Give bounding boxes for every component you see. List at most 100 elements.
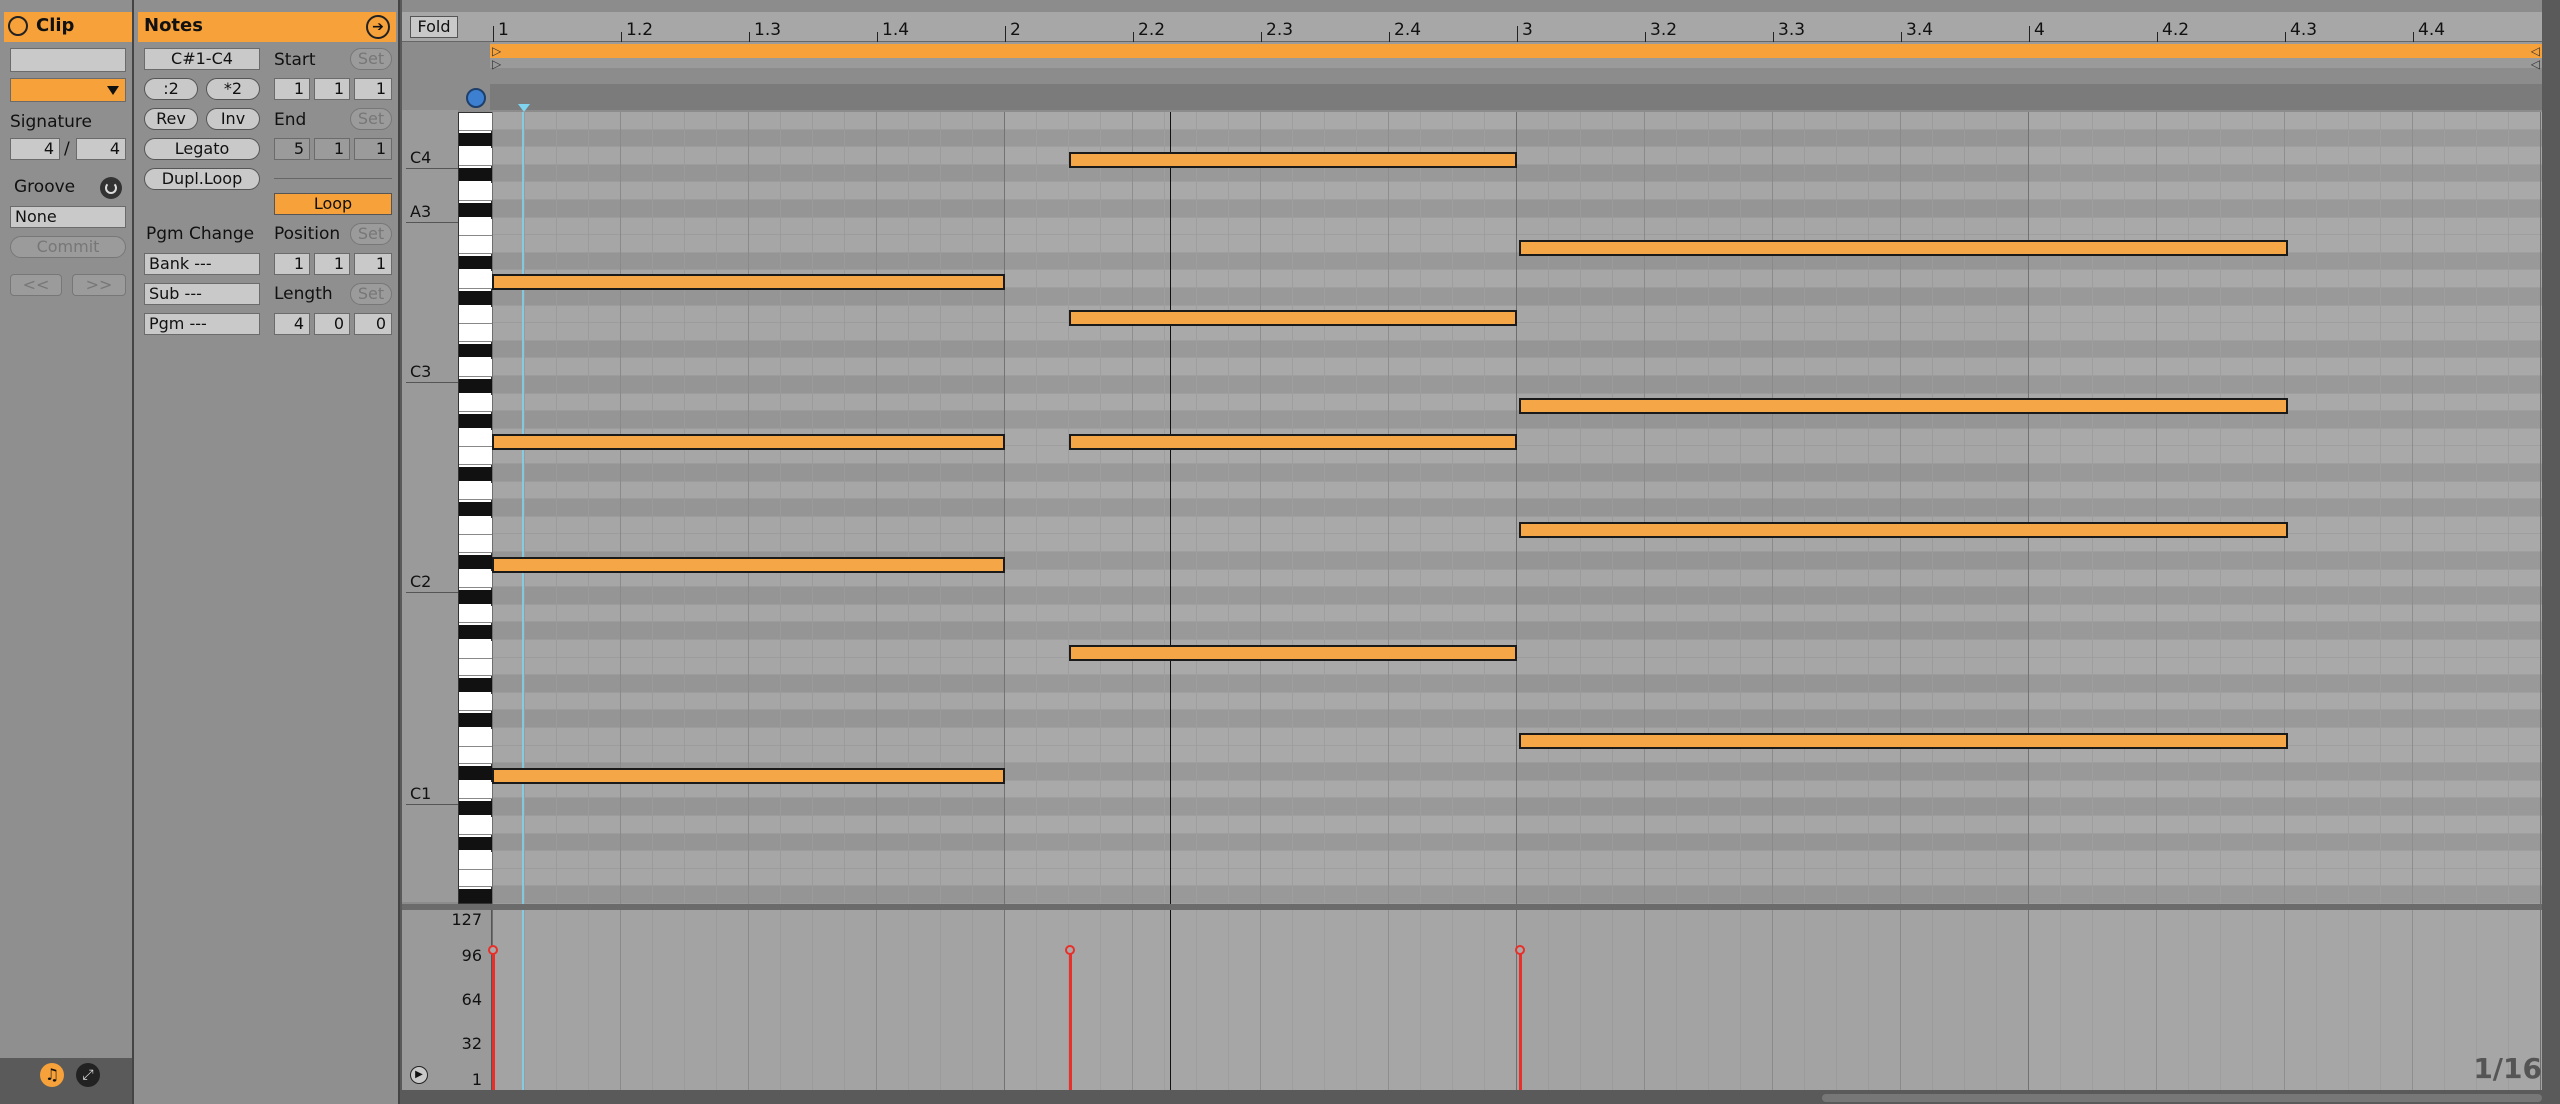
groove-field[interactable]: None [10, 206, 126, 228]
commit-button[interactable]: Commit [10, 236, 126, 258]
piano-key-black[interactable] [459, 836, 493, 851]
end-set-button[interactable]: Set [350, 108, 392, 130]
piano-key-black[interactable] [459, 555, 493, 569]
piano-key-black[interactable] [459, 502, 493, 516]
audio-clip-icon[interactable]: ♫ [40, 1063, 64, 1087]
piano-key-black[interactable] [459, 766, 493, 780]
midi-note[interactable] [1069, 434, 1517, 450]
midi-note[interactable] [1069, 310, 1517, 326]
pgm-field[interactable]: Pgm --- [144, 313, 260, 335]
piano-key-white[interactable] [459, 746, 493, 765]
piano-key-white[interactable] [459, 359, 493, 377]
start-sixteenth[interactable]: 1 [354, 78, 392, 100]
velocity-handle[interactable] [488, 945, 498, 955]
piano-key-white[interactable] [459, 447, 493, 465]
play-icon[interactable]: ▶ [410, 1066, 428, 1084]
length-set-button[interactable]: Set [350, 283, 392, 305]
piano-key-white[interactable] [459, 324, 493, 342]
loop-bar[interactable] [490, 44, 2542, 58]
piano-key-white[interactable] [459, 781, 493, 800]
rev-button[interactable]: Rev [144, 108, 198, 130]
piano-key-black[interactable] [459, 167, 493, 182]
piano-key-white[interactable] [459, 148, 493, 166]
velocity-lane[interactable]: 127 96 64 32 1 ▶ 1/16 [402, 910, 2542, 1090]
piano-key-white[interactable] [459, 183, 493, 201]
length-sixteenths[interactable]: 0 [354, 313, 392, 335]
note-grid[interactable] [492, 112, 2542, 904]
prev-button[interactable]: << [10, 274, 62, 296]
velocity-handle[interactable] [1065, 945, 1075, 955]
midi-note[interactable] [1069, 645, 1517, 661]
end-beat[interactable]: 1 [314, 138, 350, 160]
start-set-button[interactable]: Set [350, 48, 392, 70]
midi-note[interactable] [492, 274, 1005, 290]
bank-field[interactable]: Bank --- [144, 253, 260, 275]
piano-key-white[interactable] [459, 729, 493, 747]
note-range-field[interactable]: C#1-C4 [144, 48, 260, 70]
sub-field[interactable]: Sub --- [144, 283, 260, 305]
piano-key-white[interactable] [459, 394, 493, 413]
length-beats[interactable]: 0 [314, 313, 350, 335]
clip-name-field[interactable] [10, 48, 126, 72]
piano-key-white[interactable] [459, 236, 493, 254]
beat-ruler[interactable]: Fold 1 1.2 1.3 1.4 2 2.2 2.3 2.4 3 3.2 3… [402, 12, 2542, 42]
loop-button[interactable]: Loop [274, 193, 392, 215]
next-button[interactable]: >> [72, 274, 126, 296]
piano-key-black[interactable] [459, 889, 493, 903]
end-sixteenth[interactable]: 1 [354, 138, 392, 160]
velocity-stem[interactable] [492, 950, 495, 1090]
piano-key-black[interactable] [459, 379, 493, 393]
piano-key-white[interactable] [459, 306, 493, 325]
piano-key-black[interactable] [459, 713, 493, 727]
signature-denominator[interactable]: 4 [76, 138, 126, 160]
piano-key-black[interactable] [459, 255, 493, 270]
piano-key-white[interactable] [459, 641, 493, 659]
piano-key-white[interactable] [459, 570, 493, 589]
clip-activator-icon[interactable] [8, 16, 28, 36]
fold-button[interactable]: Fold [410, 16, 458, 38]
loop-end-marker-icon[interactable]: ◁ [2531, 58, 2540, 70]
midi-note[interactable] [1519, 398, 2288, 414]
position-bar[interactable]: 1 [274, 253, 310, 275]
double-button[interactable]: *2 [206, 78, 260, 100]
midi-note[interactable] [1519, 240, 2288, 256]
loop-start-marker-icon[interactable]: ▷ [492, 58, 501, 70]
piano-key-white[interactable] [459, 482, 493, 501]
piano-key-black[interactable] [459, 678, 493, 692]
piano-key-black[interactable] [459, 467, 493, 481]
scrollbar-thumb[interactable] [1822, 1094, 2542, 1102]
piano-keyboard[interactable] [458, 112, 493, 904]
piano-key-black[interactable] [459, 590, 493, 604]
piano-key-white[interactable] [459, 817, 493, 835]
envelope-icon[interactable]: ⤢ [76, 1063, 100, 1087]
length-bars[interactable]: 4 [274, 313, 310, 335]
position-set-button[interactable]: Set [350, 223, 392, 245]
inv-button[interactable]: Inv [206, 108, 260, 130]
midi-note[interactable] [492, 434, 1005, 450]
dupl-loop-button[interactable]: Dupl.Loop [144, 168, 260, 190]
piano-key-black[interactable] [459, 291, 493, 305]
loop-brace[interactable]: ▷ ▷ ◁ ◁ [490, 42, 2542, 70]
piano-key-black[interactable] [459, 414, 493, 428]
velocity-stem[interactable] [1519, 950, 1522, 1090]
piano-key-white[interactable] [459, 271, 493, 289]
grid-resolution-label[interactable]: 1/16 [2473, 1052, 2542, 1085]
piano-key-white[interactable] [459, 658, 493, 677]
piano-key-black[interactable] [459, 343, 493, 358]
horizontal-scrollbar[interactable] [402, 1090, 2542, 1104]
loop-start-marker-icon[interactable]: ▷ [492, 45, 501, 57]
clip-color-dropdown[interactable] [10, 78, 126, 102]
position-sixteenth[interactable]: 1 [354, 253, 392, 275]
piano-key-white[interactable] [459, 605, 493, 624]
piano-key-white[interactable] [459, 693, 493, 712]
piano-key-black[interactable] [459, 203, 493, 217]
end-bar[interactable]: 5 [274, 138, 310, 160]
midi-note[interactable] [1069, 152, 1517, 168]
piano-key-white[interactable] [459, 113, 493, 131]
half-button[interactable]: :2 [144, 78, 198, 100]
midi-note[interactable] [1519, 522, 2288, 538]
piano-key-white[interactable] [459, 218, 493, 237]
signature-numerator[interactable]: 4 [10, 138, 60, 160]
loop-end-marker-icon[interactable]: ◁ [2531, 45, 2540, 57]
start-bar[interactable]: 1 [274, 78, 310, 100]
